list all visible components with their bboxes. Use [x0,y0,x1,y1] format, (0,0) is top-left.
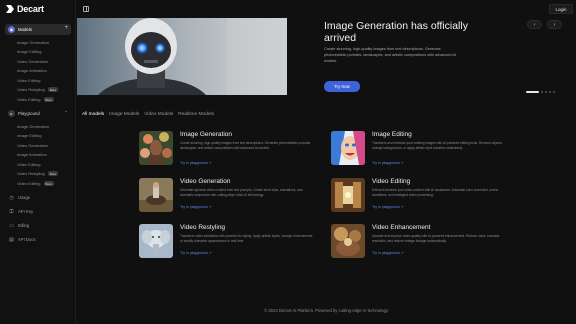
sidebar-item-pg-video-generation[interactable]: Video Generation [17,143,48,148]
try-in-playground-link[interactable]: Try in playground ↗ [372,161,404,165]
sidebar-group-models[interactable]: ◉ Models + [5,24,71,35]
sidebar-item-video-restyling[interactable]: Video Restyling Beta [17,87,58,92]
sidebar-item-video-editing-beta[interactable]: Video Editing Beta [17,97,54,102]
app-root: Decart ◉ Models + Image Generation Image… [0,0,576,324]
sidebar-item-pg-video-editing-beta[interactable]: Video Editing Beta [17,181,54,186]
sidebar-item-pg-video-restyling[interactable]: Video Restyling Beta [17,171,58,176]
sidebar-item-video-editing[interactable]: Video Editing [17,78,41,83]
model-card-video-generation[interactable]: Video Generation Generate dynamic video … [139,178,319,214]
card-icon: ▭ [9,222,14,229]
footer-text: © 2024 Decart AI Platform. Powered by cu… [264,308,389,313]
carousel-prev-button[interactable]: ‹ [527,20,542,29]
sidebar: Decart ◉ Models + Image Generation Image… [0,0,76,324]
sidebar-group-label: Models [18,27,32,32]
card-thumbnail [139,131,173,165]
sidebar-item-image-editing[interactable]: Image Editing [17,49,41,54]
sidebar-group-label: Playground [18,111,40,116]
card-description: Generate dynamic video content from text… [180,188,303,197]
model-card-video-restyling[interactable]: Video Restyling Transform video aestheti… [139,224,319,260]
card-description: Edit and enhance your video content with… [372,188,499,197]
robot-illustration [77,18,287,95]
clock-icon: ◷ [9,194,14,201]
card-thumbnail [331,224,365,258]
try-in-playground-link[interactable]: Try in playground ↗ [372,251,404,255]
try-now-button[interactable]: Try Now [324,81,360,92]
tab-video-models[interactable]: Video Models [144,112,173,117]
card-title: Video Restyling [180,224,226,231]
carousel-dot[interactable] [545,91,547,93]
card-thumbnail [139,224,173,258]
sidebar-link-api-key[interactable]: ⚿ API Key [9,208,34,215]
sidebar-item-video-generation[interactable]: Video Generation [17,59,48,64]
login-button[interactable]: Login [549,4,573,14]
sidebar-item-pg-image-animation[interactable]: Image Animation [17,152,47,157]
models-icon: ◉ [8,26,15,33]
decart-logo-icon [5,4,15,14]
model-card-image-generation[interactable]: Image Generation Create stunning, high-q… [139,131,319,167]
chevron-up-icon[interactable]: ⌃ [64,110,68,116]
try-in-playground-link[interactable]: Try in playground ↗ [180,251,212,255]
beta-badge: Beta [43,97,54,102]
hero-image [77,18,287,95]
sidebar-link-api-docs[interactable]: ▤ API Docs [9,236,35,243]
card-thumbnail [139,178,173,212]
hero-title: Image Generation has officially arrived [324,20,468,44]
key-icon: ⚿ [9,208,14,215]
sidebar-item-image-generation[interactable]: Image Generation [17,40,49,45]
hero-description: Create stunning, high-quality images fro… [324,47,456,63]
model-filter-tabs: All models Image Models Video Models Rea… [82,112,214,117]
carousel-dot[interactable] [553,91,555,93]
carousel-indicators [526,91,555,93]
card-thumbnail [331,178,365,212]
chevron-left-icon: ‹ [533,21,536,28]
sidebar-link-billing[interactable]: ▭ Billing [9,222,29,229]
try-in-playground-link[interactable]: Try in playground ↗ [180,161,212,165]
tab-all-models[interactable]: All models [82,112,104,117]
tab-image-models[interactable]: Image Models [109,112,139,117]
card-description: Transform video aesthetics with powerful… [180,234,314,243]
sidebar-item-pg-video-editing[interactable]: Video Editing [17,162,41,167]
card-description: Transform and enhance your existing imag… [372,141,503,150]
carousel-dot[interactable] [526,91,539,93]
carousel-dot[interactable] [541,91,543,93]
model-card-image-editing[interactable]: Image Editing Transform and enhance your… [331,131,511,167]
beta-badge: Beta [47,87,58,92]
playground-icon: ▸ [8,110,15,117]
tab-realtime-models[interactable]: Realtime Models [178,112,214,117]
sidebar-link-usage[interactable]: ◷ Usage [9,194,30,201]
plus-icon[interactable]: + [64,25,68,31]
card-title: Video Enhancement [372,224,431,231]
beta-badge: Beta [43,181,54,186]
try-in-playground-link[interactable]: Try in playground ↗ [372,205,404,209]
brand-name: Decart [17,4,44,14]
sidebar-item-image-animation[interactable]: Image Animation [17,68,47,73]
sidebar-toggle-icon[interactable] [83,6,89,12]
card-thumbnail [331,131,365,165]
card-description: Create stunning, high-quality images fro… [180,141,311,150]
card-description: Upscale and improve video quality with A… [372,234,500,243]
card-title: Video Editing [372,178,411,185]
card-title: Video Generation [180,178,231,185]
document-icon: ▤ [9,236,14,243]
sidebar-group-playground[interactable]: ▸ Playground ⌃ [5,108,71,119]
sidebar-item-pg-image-generation[interactable]: Image Generation [17,124,49,129]
carousel-dot[interactable] [549,91,551,93]
try-in-playground-link[interactable]: Try in playground ↗ [180,205,212,209]
sidebar-item-pg-image-editing[interactable]: Image Editing [17,133,41,138]
carousel-next-button[interactable]: › [547,20,562,29]
beta-badge: Beta [47,171,58,176]
model-card-video-editing[interactable]: Video Editing Edit and enhance your vide… [331,178,511,214]
brand-logo[interactable]: Decart [5,4,44,14]
chevron-right-icon: › [553,21,556,28]
model-card-video-enhancement[interactable]: Video Enhancement Upscale and improve vi… [331,224,511,260]
card-title: Image Editing [372,131,412,138]
card-title: Image Generation [180,131,233,138]
